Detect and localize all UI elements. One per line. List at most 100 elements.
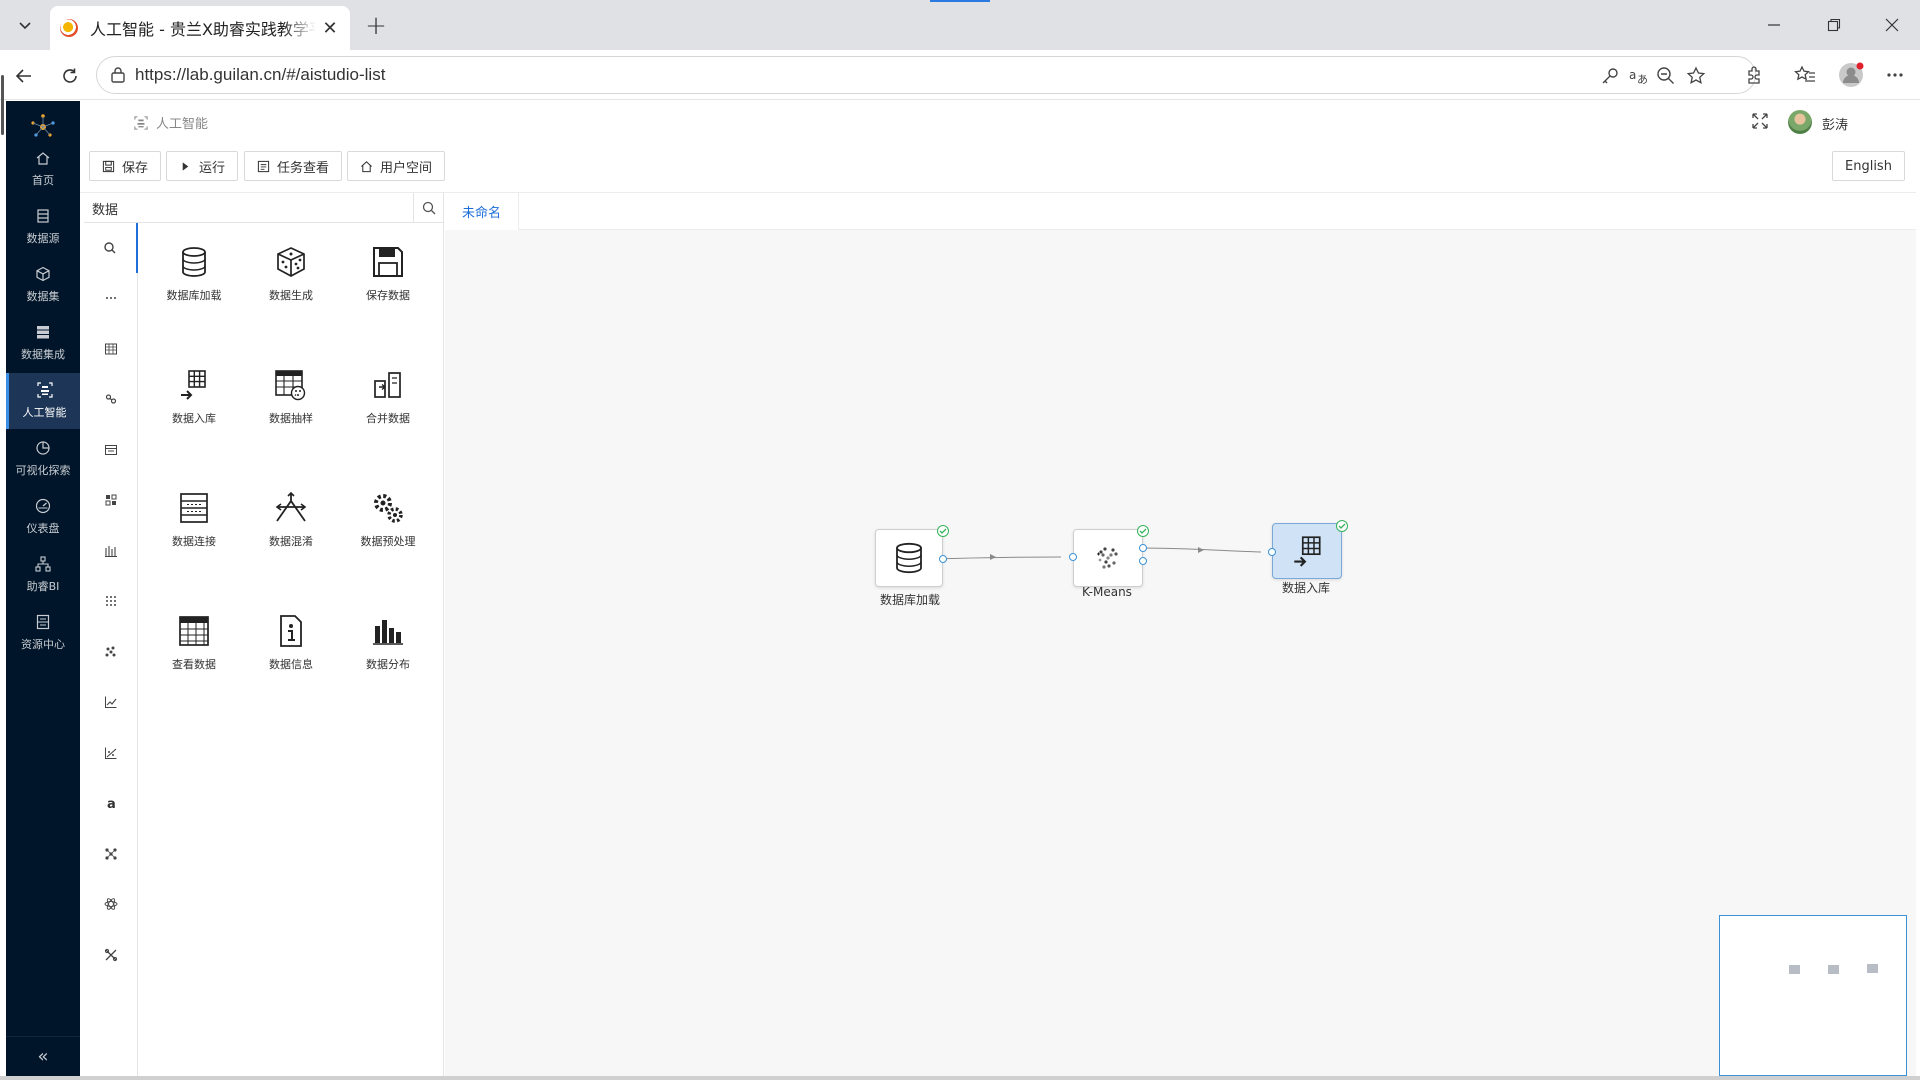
category-line-chart-icon[interactable]	[84, 677, 138, 727]
profile-avatar-icon[interactable]	[1838, 62, 1864, 88]
component-search	[84, 193, 444, 223]
favorite-star-icon[interactable]	[1685, 65, 1707, 87]
component-data-preprocess[interactable]: 数据预处理	[340, 469, 436, 579]
component-data-join[interactable]: 数据连接	[146, 469, 242, 579]
node-body[interactable]	[875, 529, 943, 587]
category-cluster-icon[interactable]	[84, 627, 138, 677]
address-bar[interactable]: https://lab.guilan.cn/#/aistudio-list aあ	[96, 56, 1756, 94]
category-matrix-icon[interactable]	[84, 576, 138, 626]
horizontal-scrollbar[interactable]	[0, 1076, 1920, 1080]
sidebar-item-bi[interactable]: 助睿BI	[6, 547, 80, 603]
sidebar-item-home[interactable]: 首页	[6, 141, 80, 197]
favorites-list-icon[interactable]	[1792, 62, 1818, 88]
tab-list-chevron-icon[interactable]	[10, 12, 40, 38]
node-input-port[interactable]	[1069, 553, 1077, 561]
new-tab-plus-icon[interactable]: +	[362, 11, 390, 41]
more-menu-icon[interactable]	[1882, 62, 1908, 88]
workflow-canvas[interactable]: 未命名 数据库加载 K-Means 数据入库	[445, 193, 1916, 1076]
password-key-icon[interactable]	[1599, 65, 1621, 87]
window-minimize-icon[interactable]	[1754, 10, 1794, 40]
node-input-port[interactable]	[1268, 548, 1276, 556]
integration-icon	[37, 326, 49, 339]
node-output-port[interactable]	[1139, 557, 1147, 565]
category-grid-icon[interactable]	[84, 475, 138, 525]
language-switch-button[interactable]: English	[1832, 151, 1905, 181]
site-info-icon[interactable]	[109, 66, 127, 84]
zoom-out-icon[interactable]	[1655, 65, 1677, 87]
merge-icon	[374, 372, 401, 398]
category-form-icon[interactable]	[84, 425, 138, 475]
user-name[interactable]: 彭涛	[1822, 114, 1848, 133]
sidebar-collapse-icon[interactable]: «	[6, 1036, 80, 1076]
fullscreen-icon[interactable]	[1752, 113, 1768, 129]
workflow-node-data-import[interactable]: 数据入库	[1256, 520, 1356, 603]
breadcrumb-label: 人工智能	[156, 117, 209, 132]
avatar[interactable]	[1788, 110, 1812, 134]
sidebar-item-resources[interactable]: 资源中心	[6, 605, 80, 661]
category-search-icon[interactable]	[84, 223, 138, 273]
category-more-icon[interactable]	[84, 273, 138, 323]
user-space-button[interactable]: 用户空间	[347, 151, 446, 181]
sidebar-item-dataset[interactable]: 数据集	[6, 257, 80, 313]
category-atom-icon[interactable]	[84, 879, 138, 929]
tasks-button[interactable]: 任务查看	[244, 151, 343, 181]
database-icon	[182, 247, 206, 277]
component-label: 数据预处理	[360, 535, 416, 548]
browser-tab-active[interactable]: 人工智能 - 贵兰X助睿实践教学平台 ✕	[50, 6, 350, 50]
category-tools-icon[interactable]	[84, 930, 138, 980]
back-arrow-icon[interactable]	[10, 62, 38, 90]
extensions-icon[interactable]	[1742, 62, 1768, 88]
node-output-port[interactable]	[939, 555, 947, 563]
category-scatter-icon[interactable]	[84, 728, 138, 778]
node-body[interactable]	[1073, 529, 1143, 587]
user-space-button-label: 用户空间	[380, 160, 433, 176]
sidebar-item-visual-explore[interactable]: 可视化探索	[6, 431, 80, 487]
translate-icon[interactable]: aあ	[1627, 65, 1649, 87]
datasource-icon	[37, 209, 49, 223]
search-icon[interactable]	[414, 193, 444, 223]
run-button[interactable]: 运行	[166, 151, 239, 181]
resource-icon	[36, 614, 50, 630]
dashboard-icon	[35, 498, 51, 514]
category-table-icon[interactable]	[84, 324, 138, 374]
component-data-shuffle[interactable]: 数据混淆	[243, 469, 339, 579]
save-button[interactable]: 保存	[89, 151, 162, 181]
component-save-data[interactable]: 保存数据	[340, 223, 436, 333]
component-view-data[interactable]: 查看数据	[146, 592, 242, 702]
node-output-port[interactable]	[1139, 544, 1147, 552]
component-data-generate[interactable]: 数据生成	[243, 223, 339, 333]
reload-icon[interactable]	[56, 62, 84, 90]
window-close-icon[interactable]	[1872, 10, 1912, 40]
sidebar-item-ai[interactable]: 人工智能	[6, 373, 80, 429]
workflow-node-db-load[interactable]: 数据库加载	[860, 525, 960, 609]
component-search-input[interactable]	[84, 193, 414, 223]
org-chart-icon	[35, 556, 51, 572]
window-restore-icon[interactable]	[1814, 10, 1854, 40]
workflow-node-kmeans[interactable]: K-Means	[1057, 525, 1157, 609]
component-label: 数据库加载	[166, 289, 222, 302]
success-check-icon	[937, 525, 949, 537]
component-data-distribution[interactable]: 数据分布	[340, 592, 436, 702]
category-text-icon[interactable]: a	[84, 778, 138, 828]
breadcrumb: 人工智能	[134, 113, 208, 132]
sidebar-item-dashboard[interactable]: 仪表盘	[6, 489, 80, 545]
node-body[interactable]	[1272, 523, 1342, 579]
tab-close-icon[interactable]: ✕	[320, 18, 340, 39]
component-merge-data[interactable]: 合并数据	[340, 346, 436, 456]
component-data-sample[interactable]: 数据抽样	[243, 346, 339, 456]
component-data-info[interactable]: 数据信息	[243, 592, 339, 702]
app-logo-icon[interactable]	[28, 111, 58, 141]
grid-import-icon	[181, 370, 206, 400]
sidebar-item-datasource[interactable]: 数据源	[6, 199, 80, 255]
sidebar-item-label: 助睿BI	[26, 580, 60, 593]
canvas-minimap[interactable]	[1719, 915, 1907, 1076]
bar-chart-icon	[373, 620, 403, 645]
category-link-icon[interactable]	[84, 374, 138, 424]
task-list-icon	[257, 160, 270, 172]
component-db-load[interactable]: 数据库加载	[146, 223, 242, 333]
component-data-import[interactable]: 数据入库	[146, 346, 242, 456]
category-network-icon[interactable]	[84, 829, 138, 879]
minimap-node	[1828, 965, 1839, 974]
sidebar-item-integration[interactable]: 数据集成	[6, 315, 80, 371]
category-bars-icon[interactable]	[84, 526, 138, 576]
